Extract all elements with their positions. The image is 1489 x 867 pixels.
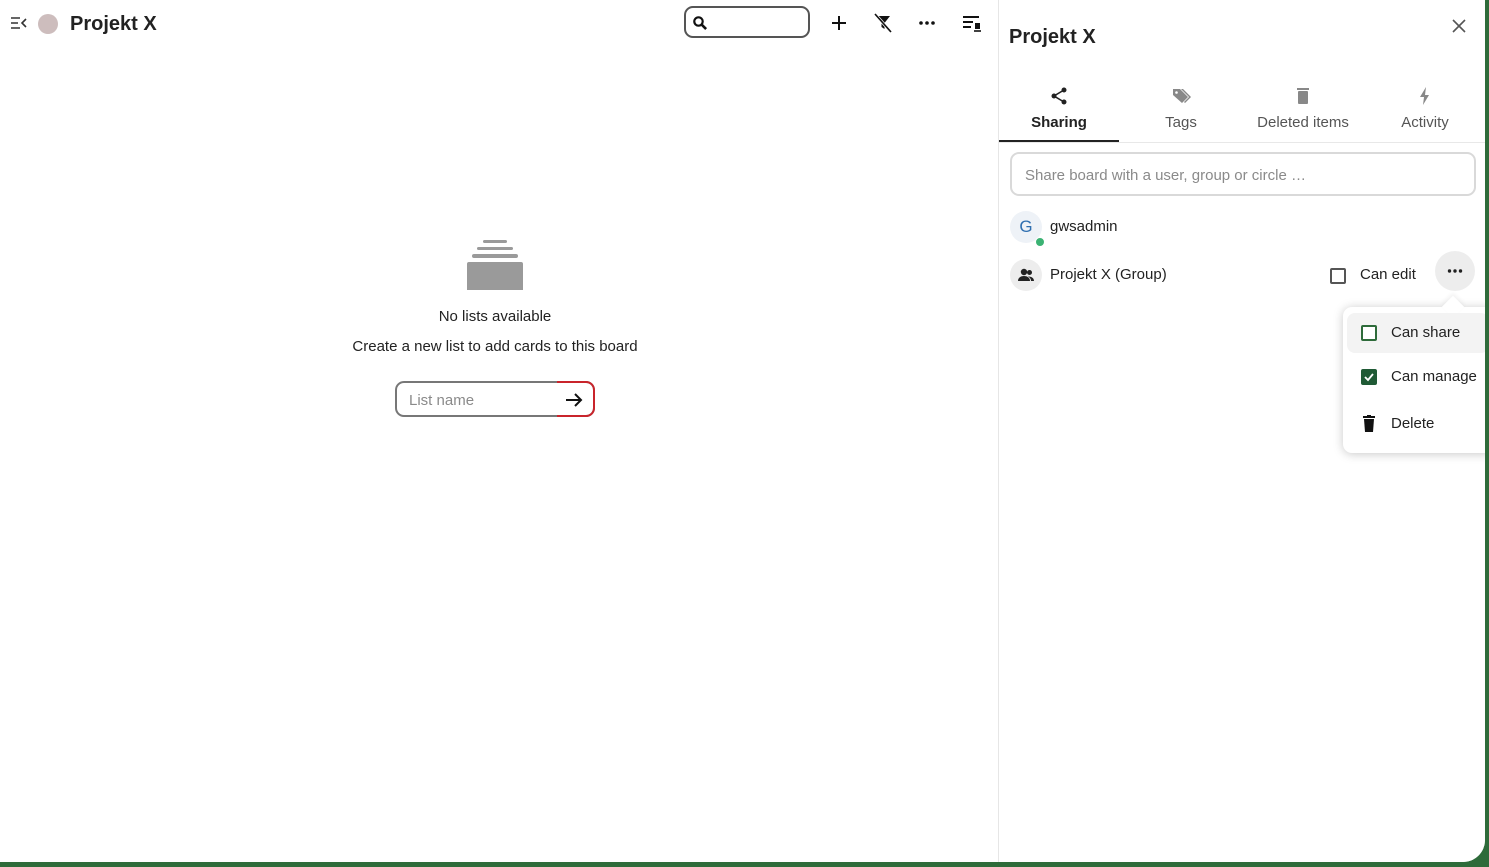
- checkbox-box[interactable]: [1361, 369, 1377, 385]
- filter-button[interactable]: [872, 12, 894, 34]
- board-topbar: Projekt X: [0, 0, 998, 50]
- share-icon: [1049, 86, 1069, 106]
- group-icon: [1018, 268, 1034, 281]
- empty-board-message: No lists available Create a new list to …: [0, 230, 990, 417]
- board-stack-icon: [465, 230, 525, 296]
- tab-label: Activity: [1401, 114, 1449, 131]
- lightning-icon: [1415, 86, 1435, 106]
- list-name-input[interactable]: [407, 389, 561, 411]
- details-toggle-icon: [963, 16, 981, 32]
- share-row-group: Projekt X (Group) Can edit: [1010, 251, 1480, 291]
- checkbox-box[interactable]: [1330, 268, 1346, 284]
- trash-icon: [1293, 86, 1313, 106]
- board-title: Projekt X: [70, 13, 157, 35]
- menu-item-label: Can share: [1391, 324, 1461, 341]
- share-actions-button[interactable]: [1435, 251, 1475, 291]
- toggle-details-button[interactable]: [960, 12, 982, 34]
- board-main: Projekt X No lists available Create a ne…: [0, 0, 998, 862]
- checkbox-box[interactable]: [1361, 325, 1377, 341]
- board-color-dot: [38, 14, 58, 34]
- menu-item-label: Can manage: [1391, 368, 1477, 385]
- share-user-name: gwsadmin: [1050, 218, 1118, 235]
- share-search-input[interactable]: [1023, 164, 1457, 186]
- dots-horizontal-icon: [1447, 269, 1463, 273]
- tab-label: Tags: [1165, 114, 1197, 131]
- menu-item-delete[interactable]: Delete: [1347, 404, 1485, 444]
- filter-off-icon: [873, 13, 893, 33]
- close-icon: [1452, 19, 1466, 33]
- tab-deleted-items[interactable]: Deleted items: [1243, 84, 1363, 142]
- group-avatar: [1010, 259, 1042, 291]
- can-edit-label: Can edit: [1360, 266, 1416, 283]
- checkmark-icon: [1364, 373, 1374, 382]
- empty-title: No lists available: [438, 308, 552, 325]
- share-row-owner: G gwsadmin: [1010, 211, 1480, 247]
- close-sidebar-button[interactable]: [1449, 16, 1469, 36]
- tab-activity[interactable]: Activity: [1365, 84, 1485, 142]
- app-window: Projekt X No lists available Create a ne…: [0, 0, 1485, 862]
- dots-horizontal-icon: [919, 21, 935, 25]
- plus-icon: [832, 16, 846, 30]
- online-status-dot: [1035, 237, 1045, 247]
- sidebar-title: Projekt X: [1009, 26, 1096, 48]
- trash-icon: [1361, 415, 1377, 433]
- search-field[interactable]: [684, 6, 810, 38]
- search-icon: [692, 15, 708, 31]
- tab-label: Deleted items: [1257, 114, 1349, 131]
- share-group-name: Projekt X (Group): [1050, 266, 1167, 283]
- menu-item-can-manage[interactable]: Can manage: [1347, 357, 1485, 397]
- sidebar-tabs: Sharing Tags Deleted items Activity: [999, 84, 1485, 143]
- share-actions-menu: Can share Can manage Delete: [1343, 307, 1485, 453]
- new-list-form: [395, 381, 595, 417]
- tab-sharing[interactable]: Sharing: [999, 84, 1119, 142]
- tab-label: Sharing: [1031, 114, 1087, 131]
- share-search-field[interactable]: [1010, 152, 1476, 196]
- tag-icon: [1171, 86, 1191, 106]
- menu-item-label: Delete: [1391, 415, 1435, 432]
- arrow-right-icon: [566, 393, 583, 407]
- search-input[interactable]: [712, 11, 806, 35]
- board-more-button[interactable]: [916, 12, 938, 34]
- tab-tags[interactable]: Tags: [1121, 84, 1241, 142]
- navigation-toggle-icon[interactable]: [10, 14, 28, 32]
- empty-subtitle: Create a new list to add cards to this b…: [352, 338, 638, 355]
- create-list-button[interactable]: [557, 381, 595, 417]
- add-list-button[interactable]: [828, 12, 850, 34]
- menu-item-can-share[interactable]: Can share: [1347, 313, 1485, 353]
- board-details-sidebar: Projekt X Sharing Tags Deleted items Act…: [998, 0, 1485, 862]
